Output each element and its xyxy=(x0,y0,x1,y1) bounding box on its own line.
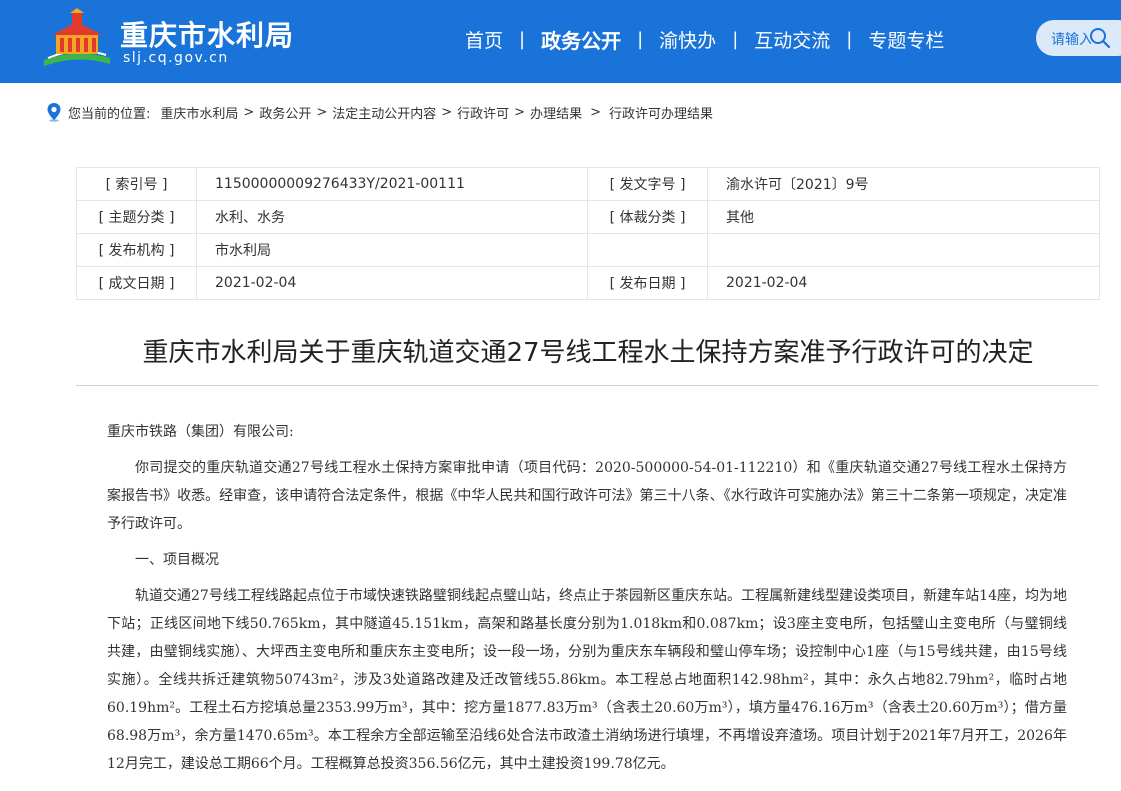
section-heading: 一、项目概况 xyxy=(135,552,219,568)
site-name[interactable]: 重庆市水利局 xyxy=(120,14,294,54)
breadcrumb-link[interactable]: 重庆市水利局 xyxy=(160,103,238,122)
nav-special-topics[interactable]: 专题专栏 xyxy=(852,26,960,53)
body-paragraph: 轨道交通27号线工程线路起点位于市域快速铁路璧铜线起点璧山站，终点止于茶园新区重… xyxy=(107,588,1067,772)
issuer-label: [ 发布机构 ] xyxy=(76,233,197,267)
created-date-value: 2021-02-04 xyxy=(196,266,588,300)
site-domain: slj.cq.gov.cn xyxy=(123,50,229,66)
genre-label: [ 体裁分类 ] xyxy=(587,200,708,234)
breadcrumb-separator: > xyxy=(316,104,328,120)
document-title: 重庆市水利局关于重庆轨道交通27号线工程水土保持方案准予行政许可的决定 xyxy=(142,338,1034,368)
search-placeholder: 请输入 xyxy=(1051,32,1091,48)
nav-yukuaiban[interactable]: 渝快办 xyxy=(643,26,732,53)
main-nav: 首页 | 政务公开 | 渝快办 | 互动交流 | 专题专栏 xyxy=(449,24,960,54)
breadcrumb-separator: > xyxy=(514,104,526,120)
breadcrumb: 您当前的位置: 重庆市水利局 > 政务公开 > 法定主动公开内容 > 行政许可 … xyxy=(46,101,713,123)
index-label: [ 索引号 ] xyxy=(76,167,197,201)
breadcrumb-current[interactable]: 行政许可办理结果 xyxy=(609,103,713,122)
published-date-value: 2021-02-04 xyxy=(707,266,1100,300)
issuer-value: 市水利局 xyxy=(196,233,588,267)
index-value: 11500000009276433Y/2021-00111 xyxy=(196,167,588,201)
building-logo-icon[interactable] xyxy=(42,8,112,68)
location-pin-icon xyxy=(47,103,61,122)
breadcrumb-separator: > xyxy=(441,104,453,120)
table-row: [ 成文日期 ] 2021-02-04 [ 发布日期 ] 2021-02-04 xyxy=(76,266,1100,300)
table-row: [ 发布机构 ] 市水利局 xyxy=(76,233,1100,267)
site-header: 重庆市水利局 slj.cq.gov.cn 首页 | 政务公开 | 渝快办 | 互… xyxy=(0,0,1121,83)
created-date-label: [ 成文日期 ] xyxy=(76,266,197,300)
nav-home[interactable]: 首页 xyxy=(449,26,519,53)
genre-value: 其他 xyxy=(707,200,1100,234)
breadcrumb-separator: > xyxy=(590,104,601,120)
nav-government-affairs[interactable]: 政务公开 xyxy=(525,25,637,54)
search-icon[interactable] xyxy=(1088,26,1112,50)
nav-interaction[interactable]: 互动交流 xyxy=(738,26,846,53)
table-row: [ 索引号 ] 11500000009276433Y/2021-00111 [ … xyxy=(76,167,1100,201)
topic-value: 水利、水务 xyxy=(196,200,588,234)
salutation: 重庆市铁路（集团）有限公司: xyxy=(107,424,294,440)
table-row: [ 主题分类 ] 水利、水务 [ 体裁分类 ] 其他 xyxy=(76,200,1100,234)
breadcrumb-link[interactable]: 政务公开 xyxy=(259,103,311,122)
doc-no-value: 渝水许可〔2021〕9号 xyxy=(707,167,1100,201)
empty-cell xyxy=(587,233,708,267)
title-divider xyxy=(76,385,1098,386)
breadcrumb-prefix: 您当前的位置: xyxy=(68,106,151,122)
published-date-label: [ 发布日期 ] xyxy=(587,266,708,300)
empty-cell xyxy=(707,233,1100,267)
breadcrumb-link[interactable]: 法定主动公开内容 xyxy=(332,103,436,122)
body-paragraph: 你司提交的重庆轨道交通27号线工程水土保持方案审批申请（项目代码：2020-50… xyxy=(107,460,1067,532)
topic-label: [ 主题分类 ] xyxy=(76,200,197,234)
breadcrumb-separator: > xyxy=(243,104,255,120)
document-meta-table: [ 索引号 ] 11500000009276433Y/2021-00111 [ … xyxy=(76,167,1100,300)
document-body: 重庆市铁路（集团）有限公司: 你司提交的重庆轨道交通27号线工程水土保持方案审批… xyxy=(107,418,1067,786)
search-input[interactable]: 请输入 xyxy=(1036,20,1121,56)
breadcrumb-link[interactable]: 行政许可 xyxy=(457,103,509,122)
breadcrumb-link[interactable]: 办理结果 xyxy=(530,103,582,122)
doc-no-label: [ 发文字号 ] xyxy=(587,167,708,201)
